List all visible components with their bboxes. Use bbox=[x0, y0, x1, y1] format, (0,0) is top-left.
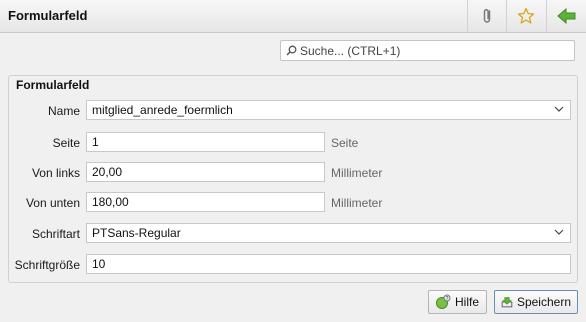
von-unten-value: 180,00 bbox=[92, 195, 129, 209]
paperclip-icon bbox=[483, 8, 490, 23]
schriftart-select[interactable]: PTSans-Regular bbox=[86, 223, 571, 243]
von-links-unit: Millimeter bbox=[331, 166, 383, 180]
name-value: mitglied_anrede_foermlich bbox=[92, 103, 233, 117]
von-unten-label: Von unten bbox=[25, 196, 80, 210]
seite-input[interactable]: 1 bbox=[86, 132, 325, 152]
chevron-down-icon bbox=[554, 106, 564, 112]
seite-unit: Seite bbox=[331, 136, 359, 150]
search-icon bbox=[286, 45, 297, 56]
favorite-button[interactable] bbox=[506, 0, 544, 32]
help-label: Hilfe bbox=[455, 295, 480, 309]
save-button[interactable]: Speichern bbox=[494, 290, 578, 314]
name-select[interactable]: mitglied_anrede_foermlich bbox=[86, 100, 571, 120]
window-title: Formularfeld bbox=[8, 8, 88, 23]
title-bar: Formularfeld bbox=[0, 0, 586, 33]
schriftart-label: Schriftart bbox=[31, 227, 80, 241]
von-unten-unit: Millimeter bbox=[331, 196, 383, 210]
von-links-input[interactable]: 20,00 bbox=[86, 162, 325, 182]
help-icon: ? bbox=[436, 294, 451, 309]
seite-value: 1 bbox=[92, 135, 99, 149]
seite-label: Seite bbox=[52, 136, 80, 150]
search-placeholder: Suche... (CTRL+1) bbox=[300, 43, 401, 58]
form-group-title: Formularfeld bbox=[16, 78, 90, 92]
attach-button[interactable] bbox=[467, 0, 505, 32]
star-icon bbox=[517, 7, 534, 24]
svg-text:?: ? bbox=[446, 296, 449, 302]
help-button[interactable]: ? Hilfe bbox=[428, 290, 487, 314]
search-input[interactable]: Suche... (CTRL+1) bbox=[280, 40, 575, 61]
von-unten-input[interactable]: 180,00 bbox=[86, 192, 325, 212]
save-label: Speichern bbox=[516, 295, 571, 309]
name-label: Name bbox=[47, 104, 80, 118]
chevron-down-icon bbox=[554, 229, 564, 235]
schriftgroesse-input[interactable]: 10 bbox=[86, 254, 571, 274]
arrow-left-icon bbox=[556, 8, 575, 24]
schriftgroesse-value: 10 bbox=[92, 257, 106, 271]
schriftart-value: PTSans-Regular bbox=[92, 226, 181, 240]
von-links-label: Von links bbox=[31, 166, 80, 180]
von-links-value: 20,00 bbox=[92, 165, 123, 179]
schriftgroesse-label: Schriftgröße bbox=[14, 258, 80, 272]
save-icon bbox=[501, 297, 513, 308]
back-button[interactable] bbox=[546, 0, 586, 32]
